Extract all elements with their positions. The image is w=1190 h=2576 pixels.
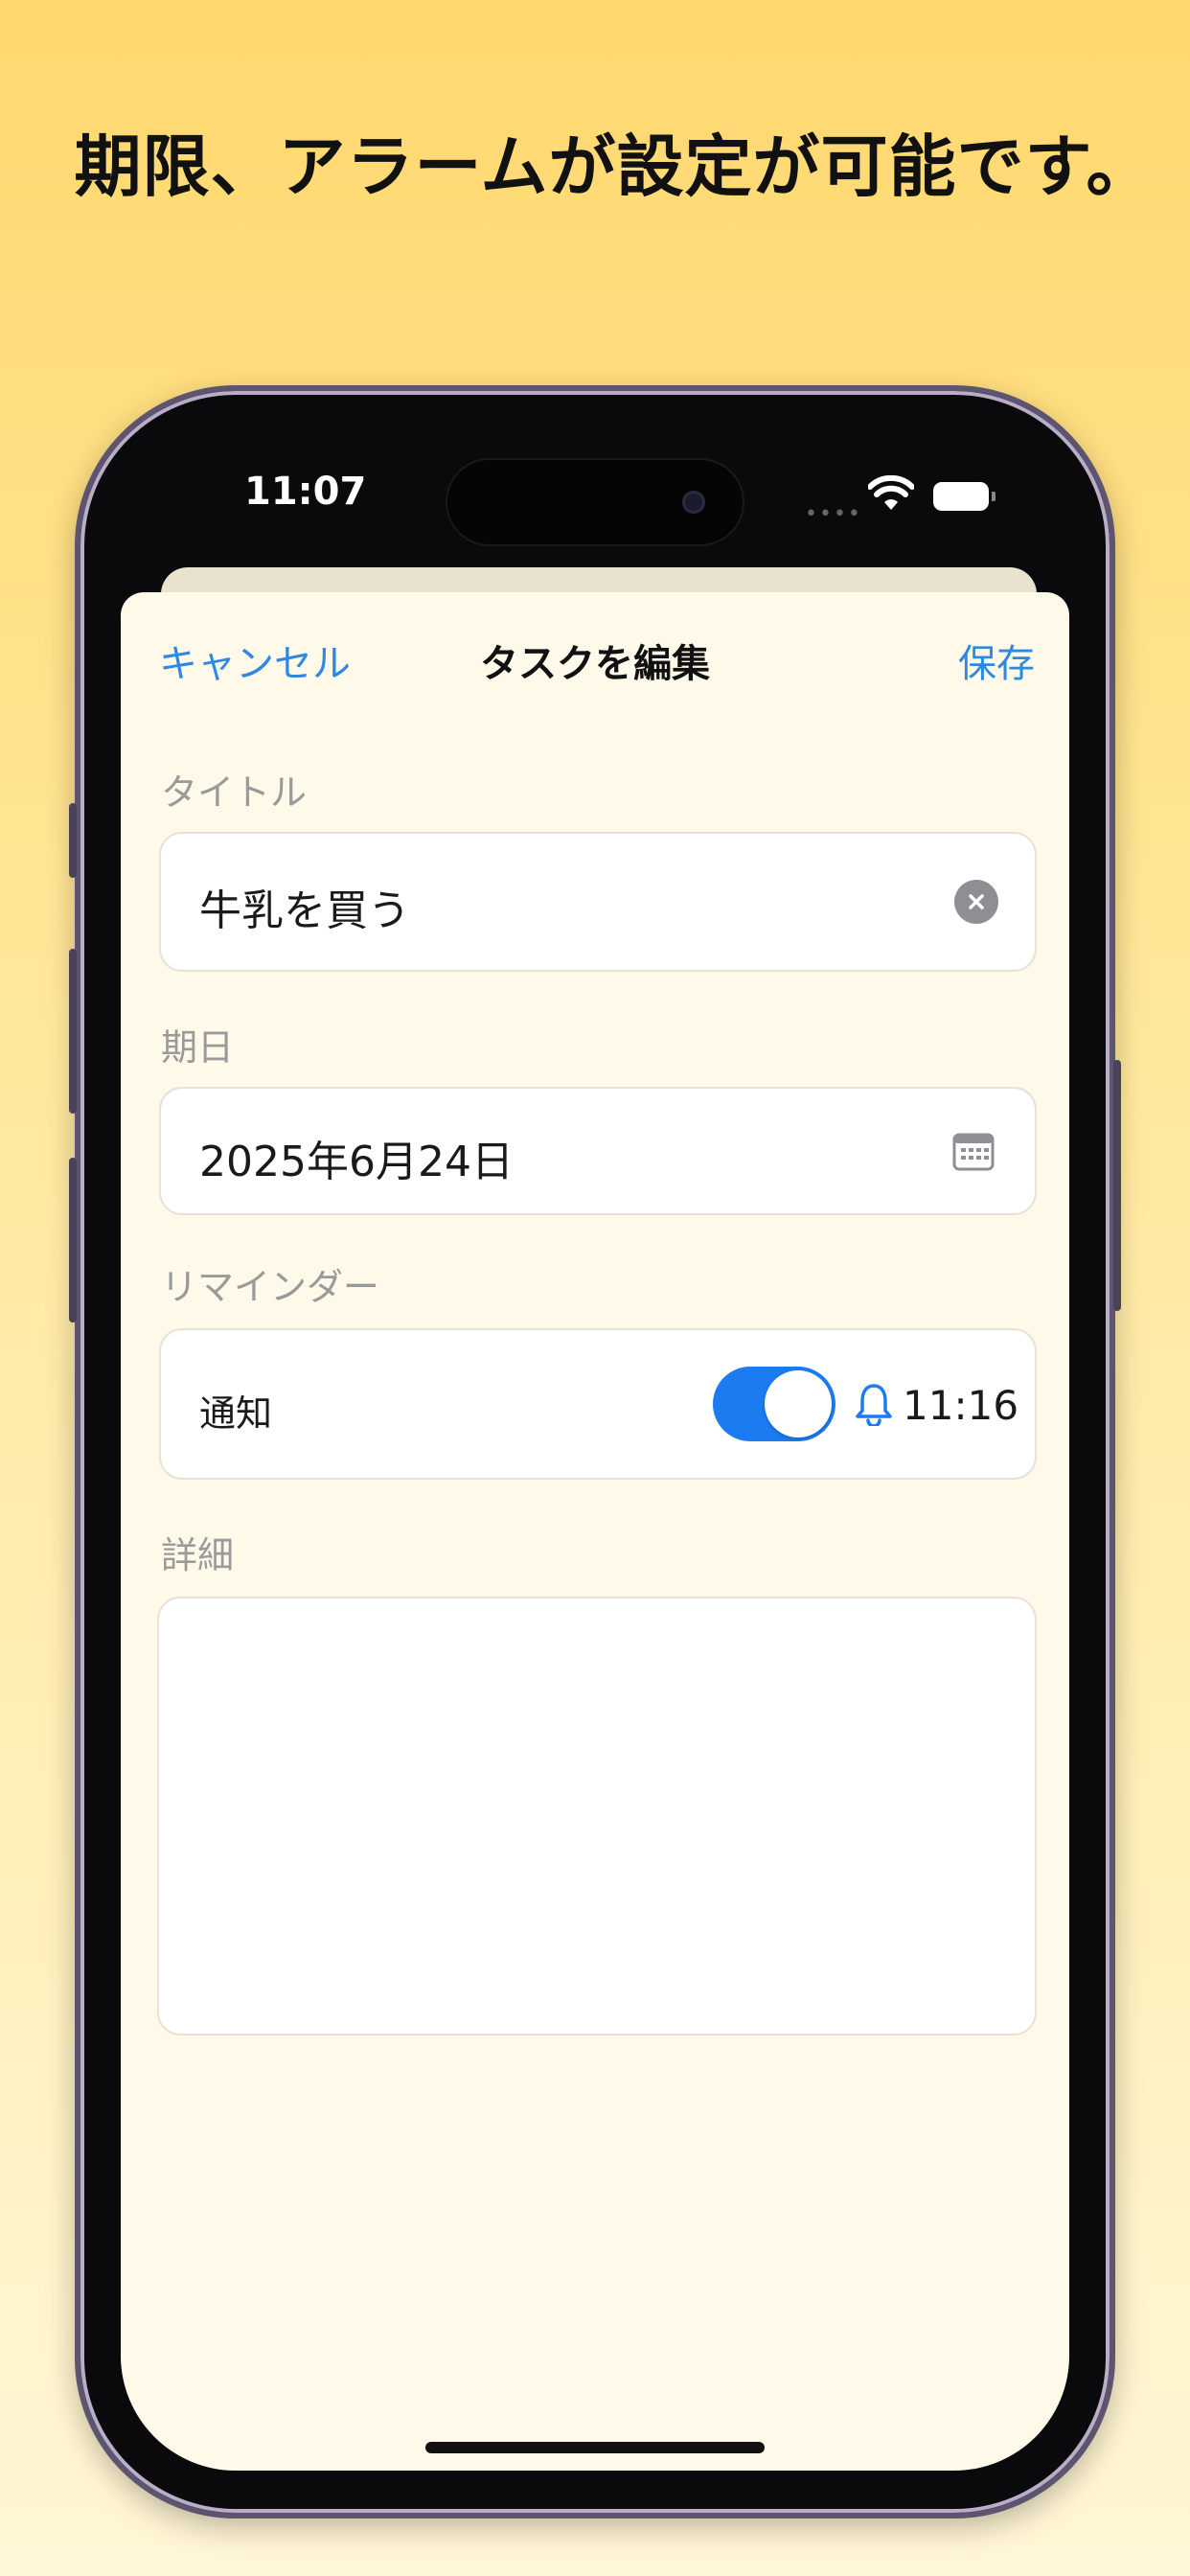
home-indicator[interactable]	[425, 2442, 765, 2453]
signal-icon: ••••	[805, 502, 862, 526]
detail-section-label: 詳細	[161, 1534, 235, 1576]
bell-icon	[856, 1384, 892, 1426]
toggle-knob	[765, 1370, 832, 1438]
power-button	[1113, 1060, 1121, 1311]
reminder-section-label: リマインダー	[161, 1266, 380, 1308]
battery-icon	[933, 482, 995, 511]
due-date-field[interactable]: 2025年6月24日	[159, 1087, 1037, 1215]
title-field[interactable]: 牛乳を買う	[159, 832, 1037, 972]
volume-down-button	[69, 1158, 77, 1322]
notify-label: 通知	[199, 1392, 273, 1435]
reminder-time-button[interactable]: 11:16	[903, 1382, 1018, 1429]
detail-textarea[interactable]	[157, 1597, 1037, 2036]
due-date-value[interactable]: 2025年6月24日	[199, 1127, 514, 1188]
clear-icon[interactable]	[954, 880, 998, 924]
notify-toggle[interactable]	[713, 1367, 835, 1441]
title-section-label: タイトル	[161, 771, 308, 814]
status-time: 11:07	[244, 470, 367, 514]
calendar-icon[interactable]	[952, 1131, 995, 1171]
reminder-row: 通知 11:16	[159, 1328, 1037, 1480]
volume-up-button	[69, 949, 77, 1114]
headline: 期限、アラームが設定が可能です。	[74, 127, 1155, 206]
due-section-label: 期日	[161, 1026, 235, 1069]
save-button[interactable]: 保存	[958, 632, 1035, 688]
edit-task-sheet: タスクを編集 キャンセル 保存 タイトル 牛乳を買う 期日 2025年6月24日…	[121, 592, 1069, 2471]
cancel-button[interactable]: キャンセル	[159, 632, 351, 688]
camera-icon	[682, 491, 705, 514]
title-input-value[interactable]: 牛乳を買う	[199, 876, 410, 937]
silent-switch	[69, 803, 77, 878]
wifi-icon	[868, 475, 914, 510]
